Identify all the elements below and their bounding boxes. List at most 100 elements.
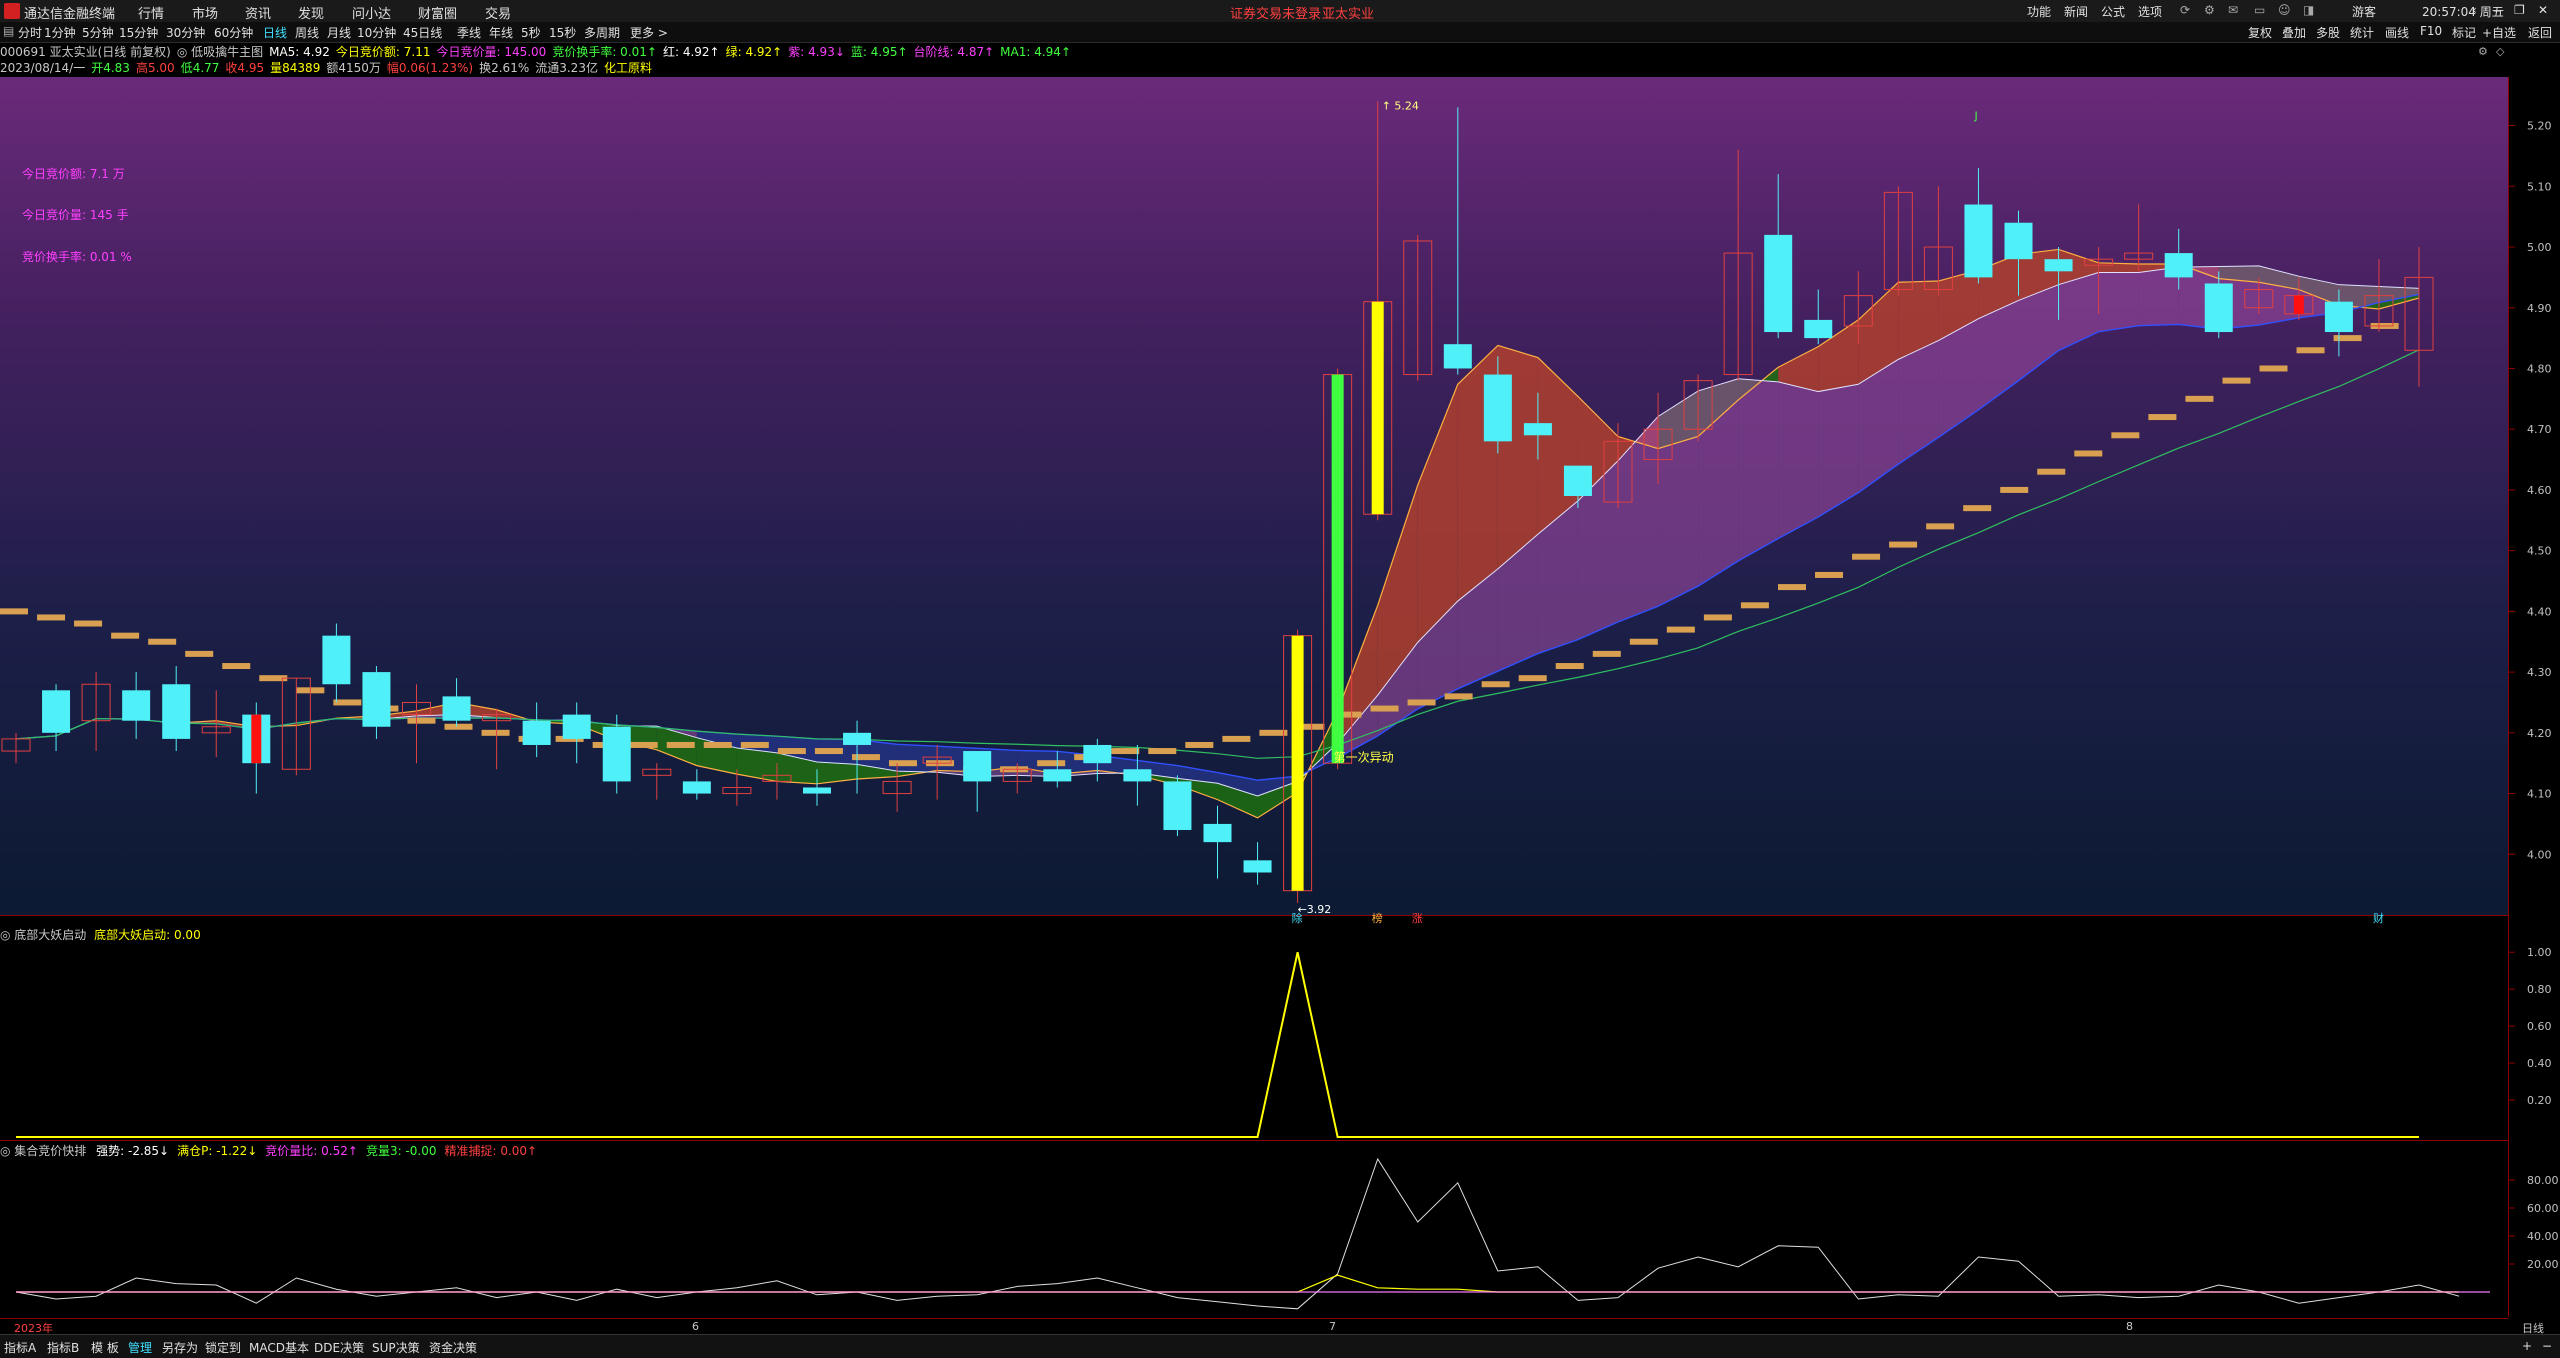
mail-icon[interactable]: ✉ xyxy=(2228,3,2238,17)
btn-add-watchlist[interactable]: +自选 xyxy=(2482,24,2516,41)
candle-body xyxy=(362,672,391,727)
tab-save-as[interactable]: 另存为 xyxy=(162,1339,198,1356)
tab-macd[interactable]: MACD基本 xyxy=(249,1339,309,1356)
info2-item-9: 流通3.23亿 xyxy=(535,61,598,75)
step-line-mark xyxy=(1889,541,1918,548)
info1-item-10: 台阶线: 4.87↑ xyxy=(913,45,995,59)
menu-function[interactable]: 功能 xyxy=(2027,3,2051,20)
step-line-mark xyxy=(1555,663,1584,670)
signal-bar xyxy=(1371,301,1384,515)
step-line-mark xyxy=(1815,571,1844,578)
zoom-in-icon[interactable]: + xyxy=(2522,1339,2532,1353)
step-line-mark xyxy=(1370,705,1399,712)
tab-yearly[interactable]: 年线 xyxy=(489,24,513,41)
tab-minute-chart[interactable]: 分时 xyxy=(18,24,42,41)
tab-5min[interactable]: 5分钟 xyxy=(82,24,114,41)
menu-trade[interactable]: 交易 xyxy=(485,3,511,22)
menu-ask[interactable]: 问小达 xyxy=(352,3,391,22)
menu-news[interactable]: 资讯 xyxy=(245,3,271,22)
btn-multi-stock[interactable]: 多股 xyxy=(2316,24,2340,41)
menu-quotes[interactable]: 行情 xyxy=(138,3,164,22)
info1-item-2: MA5: 4.92 xyxy=(269,45,330,59)
ma-band-segment xyxy=(736,748,777,782)
screen-icon[interactable]: ▭ xyxy=(2254,3,2265,17)
candle-body xyxy=(1563,465,1592,496)
step-line-mark xyxy=(2185,395,2214,402)
indicator2-item-4: 精准捕捉: 0.00↑ xyxy=(444,1144,538,1158)
candle-body xyxy=(522,720,551,745)
bottom-tab-bar: 指标A 指标B 模 板 管理 另存为 锁定到 MACD基本 DDE决策 SUP决… xyxy=(0,1334,2560,1358)
ma-band-segment xyxy=(1417,384,1458,643)
step-line-mark xyxy=(1592,650,1621,657)
restore-icon[interactable]: ❐ xyxy=(2514,3,2525,17)
toolbar-grid-icon[interactable]: ▤ xyxy=(3,24,14,38)
menu-discover[interactable]: 发现 xyxy=(298,3,324,22)
tab-indicator-b[interactable]: 指标B xyxy=(47,1339,79,1356)
menu-wealth[interactable]: 财富圈 xyxy=(418,3,457,22)
tab-45day[interactable]: 45日线 xyxy=(403,24,442,41)
collapse-icon[interactable]: ◇ xyxy=(2496,45,2504,58)
menu-news-right[interactable]: 新闻 xyxy=(2064,3,2088,20)
candle-body xyxy=(1764,234,1793,333)
indicator1-name[interactable]: ◎ 底部大妖启动 xyxy=(0,928,86,942)
chart-canvas[interactable]: ↑ 5.24 ←3.92 第一次异动 J 除 榜 涨 财 xyxy=(0,77,2508,1318)
back-icon[interactable]: ‹ xyxy=(2472,3,2477,17)
menu-market[interactable]: 市场 xyxy=(192,3,218,22)
zoom-out-icon[interactable]: − xyxy=(2542,1339,2552,1353)
minimize-icon[interactable]: — xyxy=(2492,3,2504,17)
info-line-1: 000691 亚太实业(日线 前复权) ◎ 低吸擒牛主图 MA5: 4.92 今日竞价… xyxy=(0,43,2500,59)
step-line-mark xyxy=(777,748,806,755)
tab-monthly[interactable]: 月线 xyxy=(327,24,351,41)
settings-gear-icon[interactable]: ⚙ xyxy=(2478,45,2488,58)
guest-label[interactable]: 游客 xyxy=(2352,3,2376,20)
tab-60min[interactable]: 60分钟 xyxy=(214,24,253,41)
info2-item-4: 收4.95 xyxy=(225,61,265,75)
tab-15min[interactable]: 15分钟 xyxy=(119,24,158,41)
tab-5sec[interactable]: 5秒 xyxy=(521,24,541,41)
tab-template[interactable]: 模 板 xyxy=(91,1339,119,1356)
indicator1-header[interactable]: ◎ 底部大妖启动 底部大妖启动: 0.00 xyxy=(0,926,201,943)
signal-bar xyxy=(1291,635,1304,891)
tab-15sec[interactable]: 15秒 xyxy=(549,24,576,41)
btn-back[interactable]: 返回 xyxy=(2528,24,2552,41)
close-icon[interactable]: ✕ xyxy=(2538,3,2548,17)
candle-body xyxy=(442,696,471,721)
menu-options[interactable]: 选项 xyxy=(2138,3,2162,20)
btn-draw[interactable]: 画线 xyxy=(2385,24,2409,41)
refresh-icon[interactable]: ⟳ xyxy=(2180,3,2190,17)
tab-lock-to[interactable]: 锁定到 xyxy=(205,1339,241,1356)
btn-overlay[interactable]: 叠加 xyxy=(2282,24,2306,41)
step-line-mark xyxy=(1963,505,1992,512)
login-warning[interactable]: 证券交易未登录 xyxy=(1230,3,1321,22)
tab-manage[interactable]: 管理 xyxy=(128,1339,152,1356)
btn-stats[interactable]: 统计 xyxy=(2350,24,2374,41)
tab-quarterly[interactable]: 季线 xyxy=(457,24,481,41)
tab-30min[interactable]: 30分钟 xyxy=(166,24,205,41)
tab-dde[interactable]: DDE决策 xyxy=(314,1339,364,1356)
btn-mark[interactable]: 标记 xyxy=(2452,24,2476,41)
indicator2-name[interactable]: ◎ 集合竞价快排 xyxy=(0,1144,86,1158)
user-icon[interactable]: ☺ xyxy=(2278,3,2291,17)
step-line-mark xyxy=(1629,638,1658,645)
price-axis-label: 5.10 xyxy=(2527,180,2552,193)
btn-f10[interactable]: F10 xyxy=(2420,24,2442,38)
j-mark-label: J xyxy=(1973,110,1977,123)
step-line-mark xyxy=(1518,675,1547,682)
tab-daily[interactable]: 日线 xyxy=(263,24,287,41)
message-icon[interactable]: ◨ xyxy=(2303,3,2314,17)
candle-body xyxy=(562,714,591,739)
tab-10min[interactable]: 10分钟 xyxy=(357,24,396,41)
tab-multi-period[interactable]: 多周期 xyxy=(584,24,620,41)
tab-capital[interactable]: 资金决策 xyxy=(429,1339,477,1356)
tab-indicator-a[interactable]: 指标A xyxy=(4,1339,36,1356)
btn-adjust[interactable]: 复权 xyxy=(2248,24,2272,41)
tab-weekly[interactable]: 周线 xyxy=(295,24,319,41)
indicator2-header[interactable]: ◎ 集合竞价快排 强势: -2.85↓ 满仓P: -1.22↓ 竞价量比: 0.52… xyxy=(0,1142,545,1159)
tab-more[interactable]: 更多 > xyxy=(630,24,668,41)
tab-1min[interactable]: 1分钟 xyxy=(44,24,76,41)
tab-sup[interactable]: SUP决策 xyxy=(372,1339,420,1356)
settings-icon[interactable]: ⚙ xyxy=(2204,3,2215,17)
menu-formula[interactable]: 公式 xyxy=(2101,3,2125,20)
period-toolbar: ▤ 分时 1分钟 5分钟 15分钟 30分钟 60分钟 日线 周线 月线 10分… xyxy=(0,22,2560,43)
price-axis-label: 4.10 xyxy=(2527,788,2552,801)
